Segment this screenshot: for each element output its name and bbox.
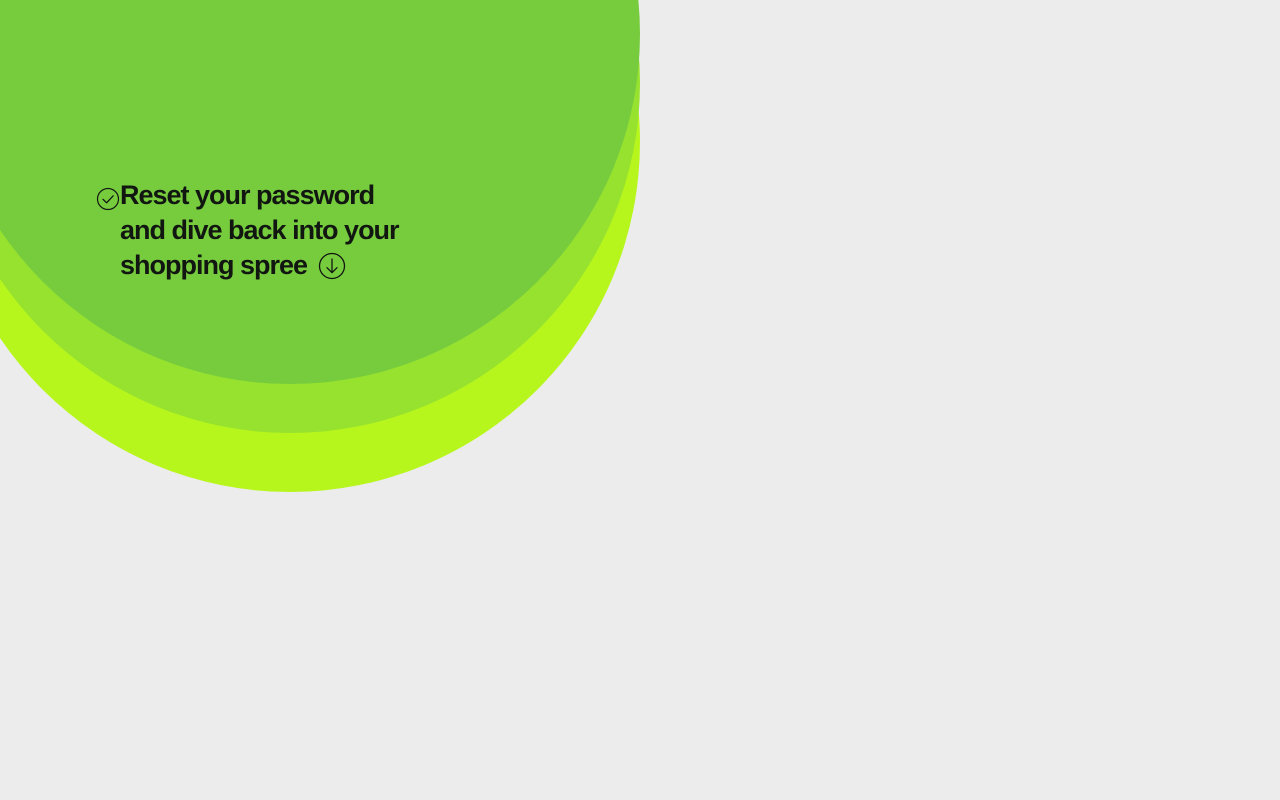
page-headline: Reset your password and dive back into y… xyxy=(96,178,400,283)
headline-line-1: Reset your password xyxy=(120,180,375,210)
headline-line-3: shopping spree xyxy=(120,248,396,283)
headline-line-3-text: shopping spree xyxy=(120,250,308,280)
hero-block: Reset your password and dive back into y… xyxy=(96,178,400,283)
arrow-down-circle-icon[interactable] xyxy=(318,252,346,280)
page-stage: Reset your password and dive back into y… xyxy=(0,0,1280,800)
headline-line-2: and dive back into your xyxy=(120,215,400,245)
check-circle-icon xyxy=(96,187,120,211)
